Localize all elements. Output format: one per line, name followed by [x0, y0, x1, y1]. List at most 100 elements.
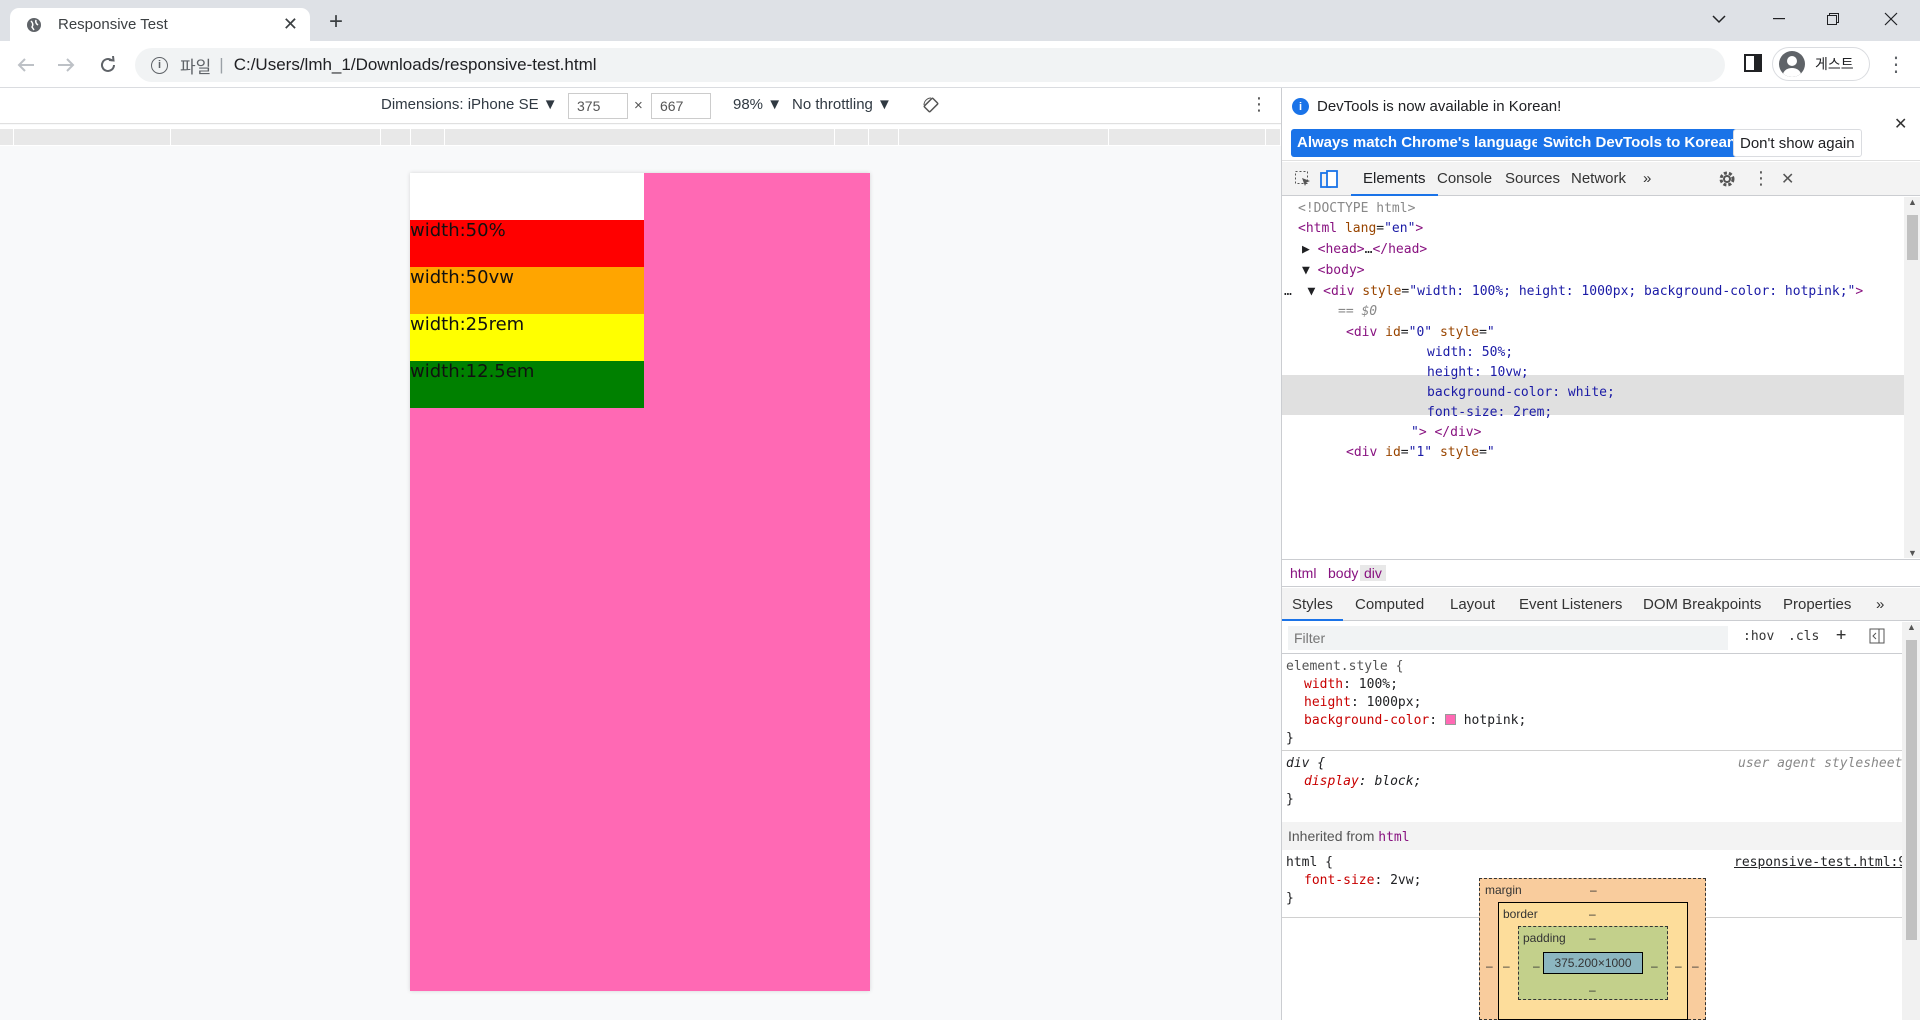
dom-line-style: width: 50%; — [1427, 345, 1514, 360]
dom-line-div1[interactable]: <div id="1" style=" — [1346, 443, 1495, 463]
tab-console[interactable]: Console — [1437, 162, 1492, 196]
tab-search-icon[interactable] — [1692, 0, 1746, 38]
restore-button[interactable] — [1806, 0, 1860, 38]
device-toggle-icon[interactable] — [1319, 169, 1339, 193]
dom-line-html[interactable]: <html lang="en"> — [1298, 219, 1423, 239]
always-match-language-button[interactable]: Always match Chrome's language — [1291, 129, 1546, 157]
browser-toolbar: i 파일 | C:/Users/lmh_1/Downloads/responsi… — [0, 41, 1920, 88]
address-bar[interactable]: i 파일 | C:/Users/lmh_1/Downloads/responsi… — [135, 48, 1725, 82]
dom-line-eq0: == $0 — [1338, 304, 1378, 319]
rotate-icon[interactable] — [922, 96, 940, 114]
device-width-input[interactable]: 375 — [568, 93, 628, 119]
styles-scrollbar[interactable]: ▲ — [1902, 622, 1920, 1020]
style-declaration[interactable]: font-size: 2vw; — [1304, 872, 1421, 890]
close-tab-icon[interactable]: ✕ — [283, 14, 298, 35]
toggle-sidebar-icon[interactable] — [1869, 628, 1885, 648]
ruler-segment[interactable] — [445, 129, 835, 145]
breadcrumb: html body div — [1282, 559, 1920, 587]
browser-menu-icon[interactable]: ⋮ — [1886, 51, 1906, 79]
zoom-select[interactable]: 98% ▼ — [733, 96, 782, 113]
color-swatch[interactable] — [1444, 714, 1456, 725]
dom-line-div0[interactable]: <div id="0" style=" — [1346, 323, 1495, 343]
media-query-ruler[interactable] — [0, 125, 1281, 146]
url-text[interactable]: C:/Users/lmh_1/Downloads/responsive-test… — [234, 55, 597, 75]
dom-line-style: font-size: 2rem; — [1427, 405, 1553, 420]
new-style-rule-icon[interactable]: + — [1836, 625, 1846, 645]
info-icon[interactable]: i — [151, 56, 168, 74]
tab-elements[interactable]: Elements — [1351, 162, 1438, 196]
bar-label: width:25rem — [410, 314, 525, 335]
info-icon: i — [1292, 98, 1309, 115]
dom-line-body[interactable]: ▼ <body> — [1302, 261, 1365, 281]
device-dimensions-select[interactable]: Dimensions: iPhone SE ▼ — [381, 96, 558, 113]
inherited-from-header: Inherited from html — [1282, 822, 1902, 850]
new-tab-button[interactable]: + — [322, 9, 350, 37]
profile-button[interactable]: 게스트 — [1772, 47, 1870, 81]
ruler-segment[interactable] — [835, 129, 869, 145]
tab-computed[interactable]: Computed — [1355, 588, 1424, 621]
style-declaration[interactable]: width: 100%; — [1304, 676, 1398, 694]
switch-to-korean-button[interactable]: Switch DevTools to Korean — [1537, 129, 1743, 157]
ruler-segment[interactable] — [14, 129, 171, 145]
reload-icon[interactable] — [94, 51, 122, 79]
source-link[interactable]: responsive-test.html:9 — [1734, 854, 1902, 872]
bar-orange: width:50vw — [410, 267, 644, 314]
minimize-button[interactable] — [1752, 0, 1806, 38]
close-window-button[interactable] — [1864, 0, 1918, 38]
tab-event-listeners[interactable]: Event Listeners — [1519, 588, 1622, 621]
browser-tab[interactable]: Responsive Test ✕ — [10, 8, 310, 41]
box-model-content[interactable]: 375.200×1000 — [1543, 952, 1643, 974]
close-infobar-icon[interactable]: ✕ — [1894, 114, 1907, 134]
inspect-element-icon[interactable] — [1294, 170, 1312, 192]
back-arrow-icon[interactable] — [12, 51, 40, 79]
devtools-menu-icon[interactable]: ⋮ — [1752, 168, 1770, 189]
div-ua-selector[interactable]: div { — [1286, 755, 1325, 773]
ruler-segment[interactable] — [1109, 129, 1266, 145]
address-separator: | — [219, 55, 224, 74]
throttling-select[interactable]: No throttling ▼ — [792, 96, 892, 113]
dom-line-head[interactable]: ▶ <head>…</head> — [1302, 240, 1427, 260]
ruler-segment[interactable] — [869, 129, 899, 145]
bar-red: width:50% — [410, 220, 644, 267]
hov-toggle[interactable]: :hov — [1743, 629, 1774, 644]
html-selector[interactable]: html { — [1286, 854, 1333, 872]
forward-arrow-icon[interactable] — [52, 51, 80, 79]
tab-properties[interactable]: Properties — [1783, 588, 1851, 621]
dom-scrollbar[interactable]: ▲ ▼ — [1904, 197, 1920, 558]
dom-line-selected-div[interactable]: … ▼ <div style="width: 100%; height: 100… — [1284, 282, 1863, 302]
device-height-input[interactable]: 667 — [651, 93, 711, 119]
settings-gear-icon[interactable] — [1718, 170, 1736, 192]
ruler-segment[interactable] — [0, 129, 14, 145]
style-declaration: display: block; — [1304, 774, 1422, 789]
dont-show-again-button[interactable]: Don't show again — [1733, 129, 1862, 157]
dom-line-doctype[interactable]: <!DOCTYPE html> — [1298, 199, 1415, 219]
device-toolbar-menu-icon[interactable]: ⋮ — [1250, 94, 1268, 115]
tab-layout[interactable]: Layout — [1450, 588, 1495, 621]
devtools-panel: i DevTools is now available in Korean! A… — [1281, 88, 1920, 1020]
ruler-segment[interactable] — [899, 129, 1109, 145]
times-sign: × — [634, 97, 643, 114]
more-style-tabs-button[interactable]: » — [1876, 588, 1884, 621]
inherited-tag-link[interactable]: html — [1378, 830, 1409, 845]
crumb-div[interactable]: div — [1360, 565, 1386, 581]
style-declaration[interactable]: height: 1000px; — [1304, 694, 1421, 712]
ruler-segment[interactable] — [1266, 129, 1281, 145]
side-panel-icon[interactable] — [1743, 53, 1765, 75]
more-tabs-button[interactable]: » — [1643, 162, 1651, 196]
close-devtools-icon[interactable]: ✕ — [1781, 169, 1794, 189]
tab-styles[interactable]: Styles — [1282, 588, 1343, 621]
styles-filter-input[interactable] — [1288, 626, 1728, 650]
globe-icon — [25, 16, 43, 34]
ruler-segment[interactable] — [381, 129, 411, 145]
ruler-segment[interactable] — [171, 129, 381, 145]
tab-dom-breakpoints[interactable]: DOM Breakpoints — [1643, 588, 1761, 621]
cls-toggle[interactable]: .cls — [1788, 629, 1819, 644]
style-declaration[interactable]: background-color: hotpink; — [1304, 712, 1526, 730]
tab-network[interactable]: Network — [1571, 162, 1626, 196]
tab-sources[interactable]: Sources — [1505, 162, 1560, 196]
crumb-html[interactable]: html — [1290, 565, 1316, 581]
crumb-body[interactable]: body — [1328, 565, 1358, 581]
ruler-segment[interactable] — [411, 129, 445, 145]
element-style-selector[interactable]: element.style { — [1286, 658, 1403, 676]
ua-stylesheet-label: user agent stylesheet — [1738, 756, 1902, 771]
